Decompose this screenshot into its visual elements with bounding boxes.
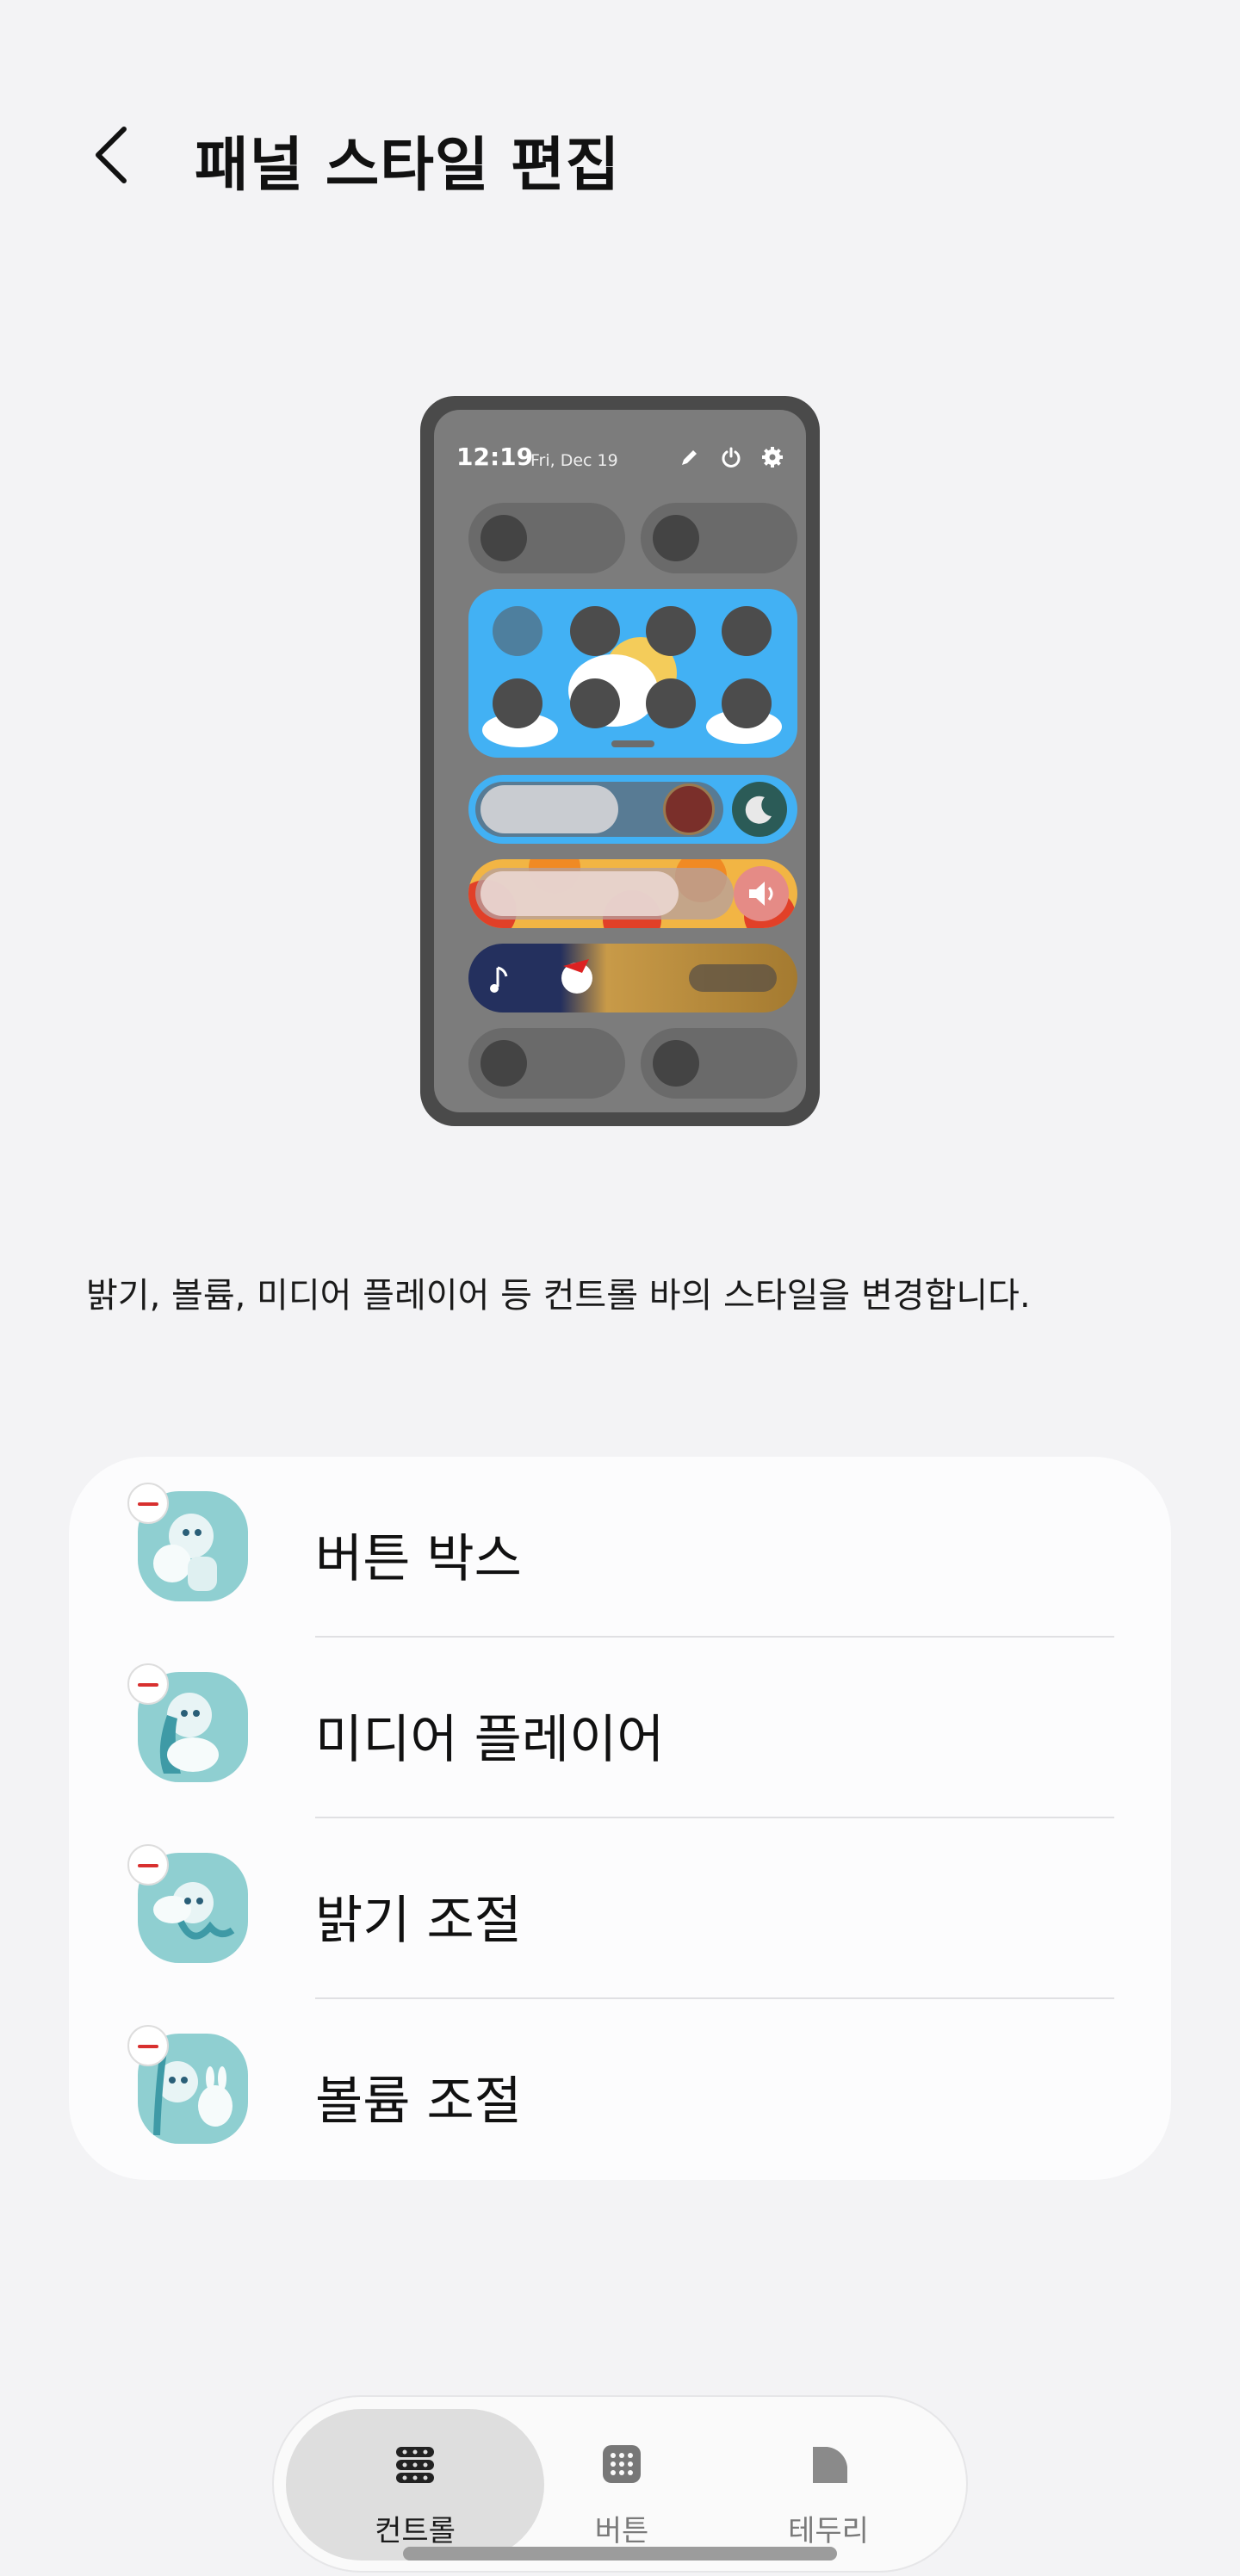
tab-label: 컨트롤 bbox=[375, 2514, 456, 2548]
tab-label: 테두리 bbox=[788, 2514, 869, 2548]
preview-volume-bar bbox=[468, 859, 797, 928]
speaker-icon bbox=[734, 866, 789, 921]
tab-buttons[interactable]: 버튼 bbox=[510, 2397, 734, 2569]
gear-icon bbox=[762, 447, 783, 468]
tab-label: 버튼 bbox=[594, 2514, 649, 2548]
preview-button-box bbox=[468, 589, 797, 758]
list-item-label: 버튼 박스 bbox=[315, 1529, 522, 1589]
back-button[interactable] bbox=[83, 112, 143, 198]
preview-media-bar bbox=[468, 944, 797, 1012]
item-thumbnail bbox=[127, 1663, 248, 1782]
list-item-button-box[interactable]: 버튼 박스 bbox=[69, 1457, 1171, 1638]
list-item-media-player[interactable]: 미디어 플레이어 bbox=[69, 1638, 1171, 1818]
tab-border[interactable]: 테두리 bbox=[716, 2397, 940, 2569]
pencil-icon bbox=[682, 450, 697, 465]
list-item-label: 볼륨 조절 bbox=[315, 2071, 522, 2132]
list-item-volume[interactable]: 볼륨 조절 bbox=[69, 1999, 1171, 2180]
preview-toggle bbox=[468, 1028, 625, 1099]
home-indicator bbox=[403, 2547, 837, 2561]
panel-preview: 12:19 Fri, Dec 19 bbox=[420, 396, 820, 1126]
remove-button[interactable] bbox=[127, 2025, 169, 2066]
header: 패널 스타일 편집 bbox=[0, 0, 1240, 224]
remove-button[interactable] bbox=[127, 1663, 169, 1705]
moon-icon bbox=[732, 782, 787, 837]
preview-brightness-bar bbox=[468, 775, 797, 844]
list-item-brightness[interactable]: 밝기 조절 bbox=[69, 1818, 1171, 1999]
remove-button[interactable] bbox=[127, 1483, 169, 1524]
tab-controls[interactable]: 컨트롤 bbox=[303, 2397, 527, 2569]
corner-icon bbox=[813, 2447, 847, 2483]
list-item-label: 밝기 조절 bbox=[315, 1891, 522, 1951]
style-list-card: 버튼 박스 미디어 플레이어 밝기 조절 볼륨 조절 bbox=[69, 1457, 1171, 2180]
remove-button[interactable] bbox=[127, 1844, 169, 1886]
page-title: 패널 스타일 편집 bbox=[195, 132, 621, 200]
preview-date: Fri, Dec 19 bbox=[530, 451, 618, 470]
item-thumbnail bbox=[127, 1844, 248, 1963]
preview-toggle bbox=[468, 503, 625, 573]
list-item-label: 미디어 플레이어 bbox=[315, 1710, 665, 1770]
preview-toggle bbox=[641, 503, 797, 573]
item-thumbnail bbox=[127, 1483, 248, 1601]
preview-screen: 12:19 Fri, Dec 19 bbox=[434, 410, 806, 1112]
grid-icon bbox=[603, 2445, 641, 2483]
preview-time: 12:19 bbox=[456, 443, 534, 471]
chevron-left-icon bbox=[96, 127, 127, 183]
description: 밝기, 볼륨, 미디어 플레이어 등 컨트롤 바의 스타일을 변경합니다. bbox=[86, 1276, 1031, 1316]
item-thumbnail bbox=[127, 2025, 248, 2144]
power-icon bbox=[722, 447, 741, 468]
controls-icon bbox=[396, 2447, 434, 2483]
preview-toggle bbox=[641, 1028, 797, 1099]
